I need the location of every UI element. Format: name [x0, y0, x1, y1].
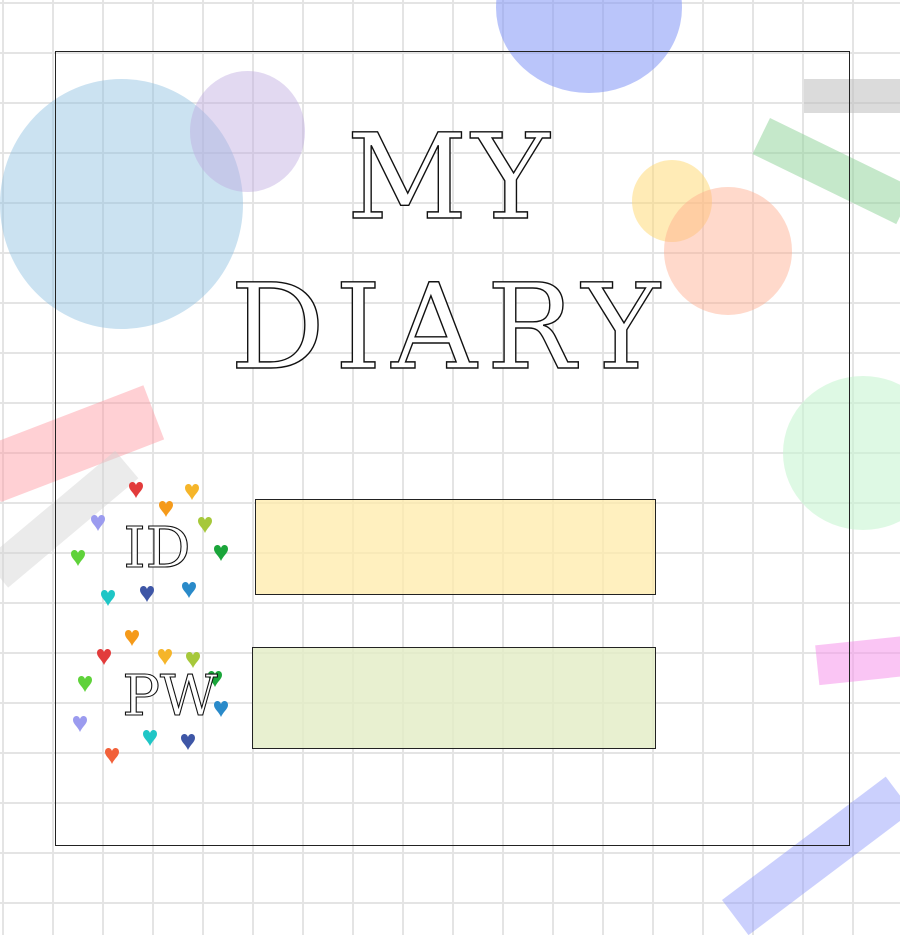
heart-icon	[181, 581, 197, 599]
heart-icon	[77, 675, 93, 693]
title-line-1: MY	[346, 107, 554, 246]
heart-icon	[142, 729, 158, 747]
pw-label: PW	[122, 663, 218, 729]
heart-icon	[128, 481, 144, 499]
id-input[interactable]	[255, 499, 656, 595]
heart-icon	[184, 483, 200, 501]
id-label: ID	[123, 515, 191, 581]
heart-icon	[180, 733, 196, 751]
heart-icon	[72, 715, 88, 733]
heart-icon	[90, 514, 106, 532]
heart-icon	[213, 544, 229, 562]
heart-icon	[139, 585, 155, 603]
heart-icon	[70, 549, 86, 567]
heart-icon	[124, 629, 140, 647]
title-line-2: DIARY	[230, 257, 670, 396]
heart-icon	[104, 747, 120, 765]
heart-icon	[100, 589, 116, 607]
pw-input[interactable]	[252, 647, 656, 749]
